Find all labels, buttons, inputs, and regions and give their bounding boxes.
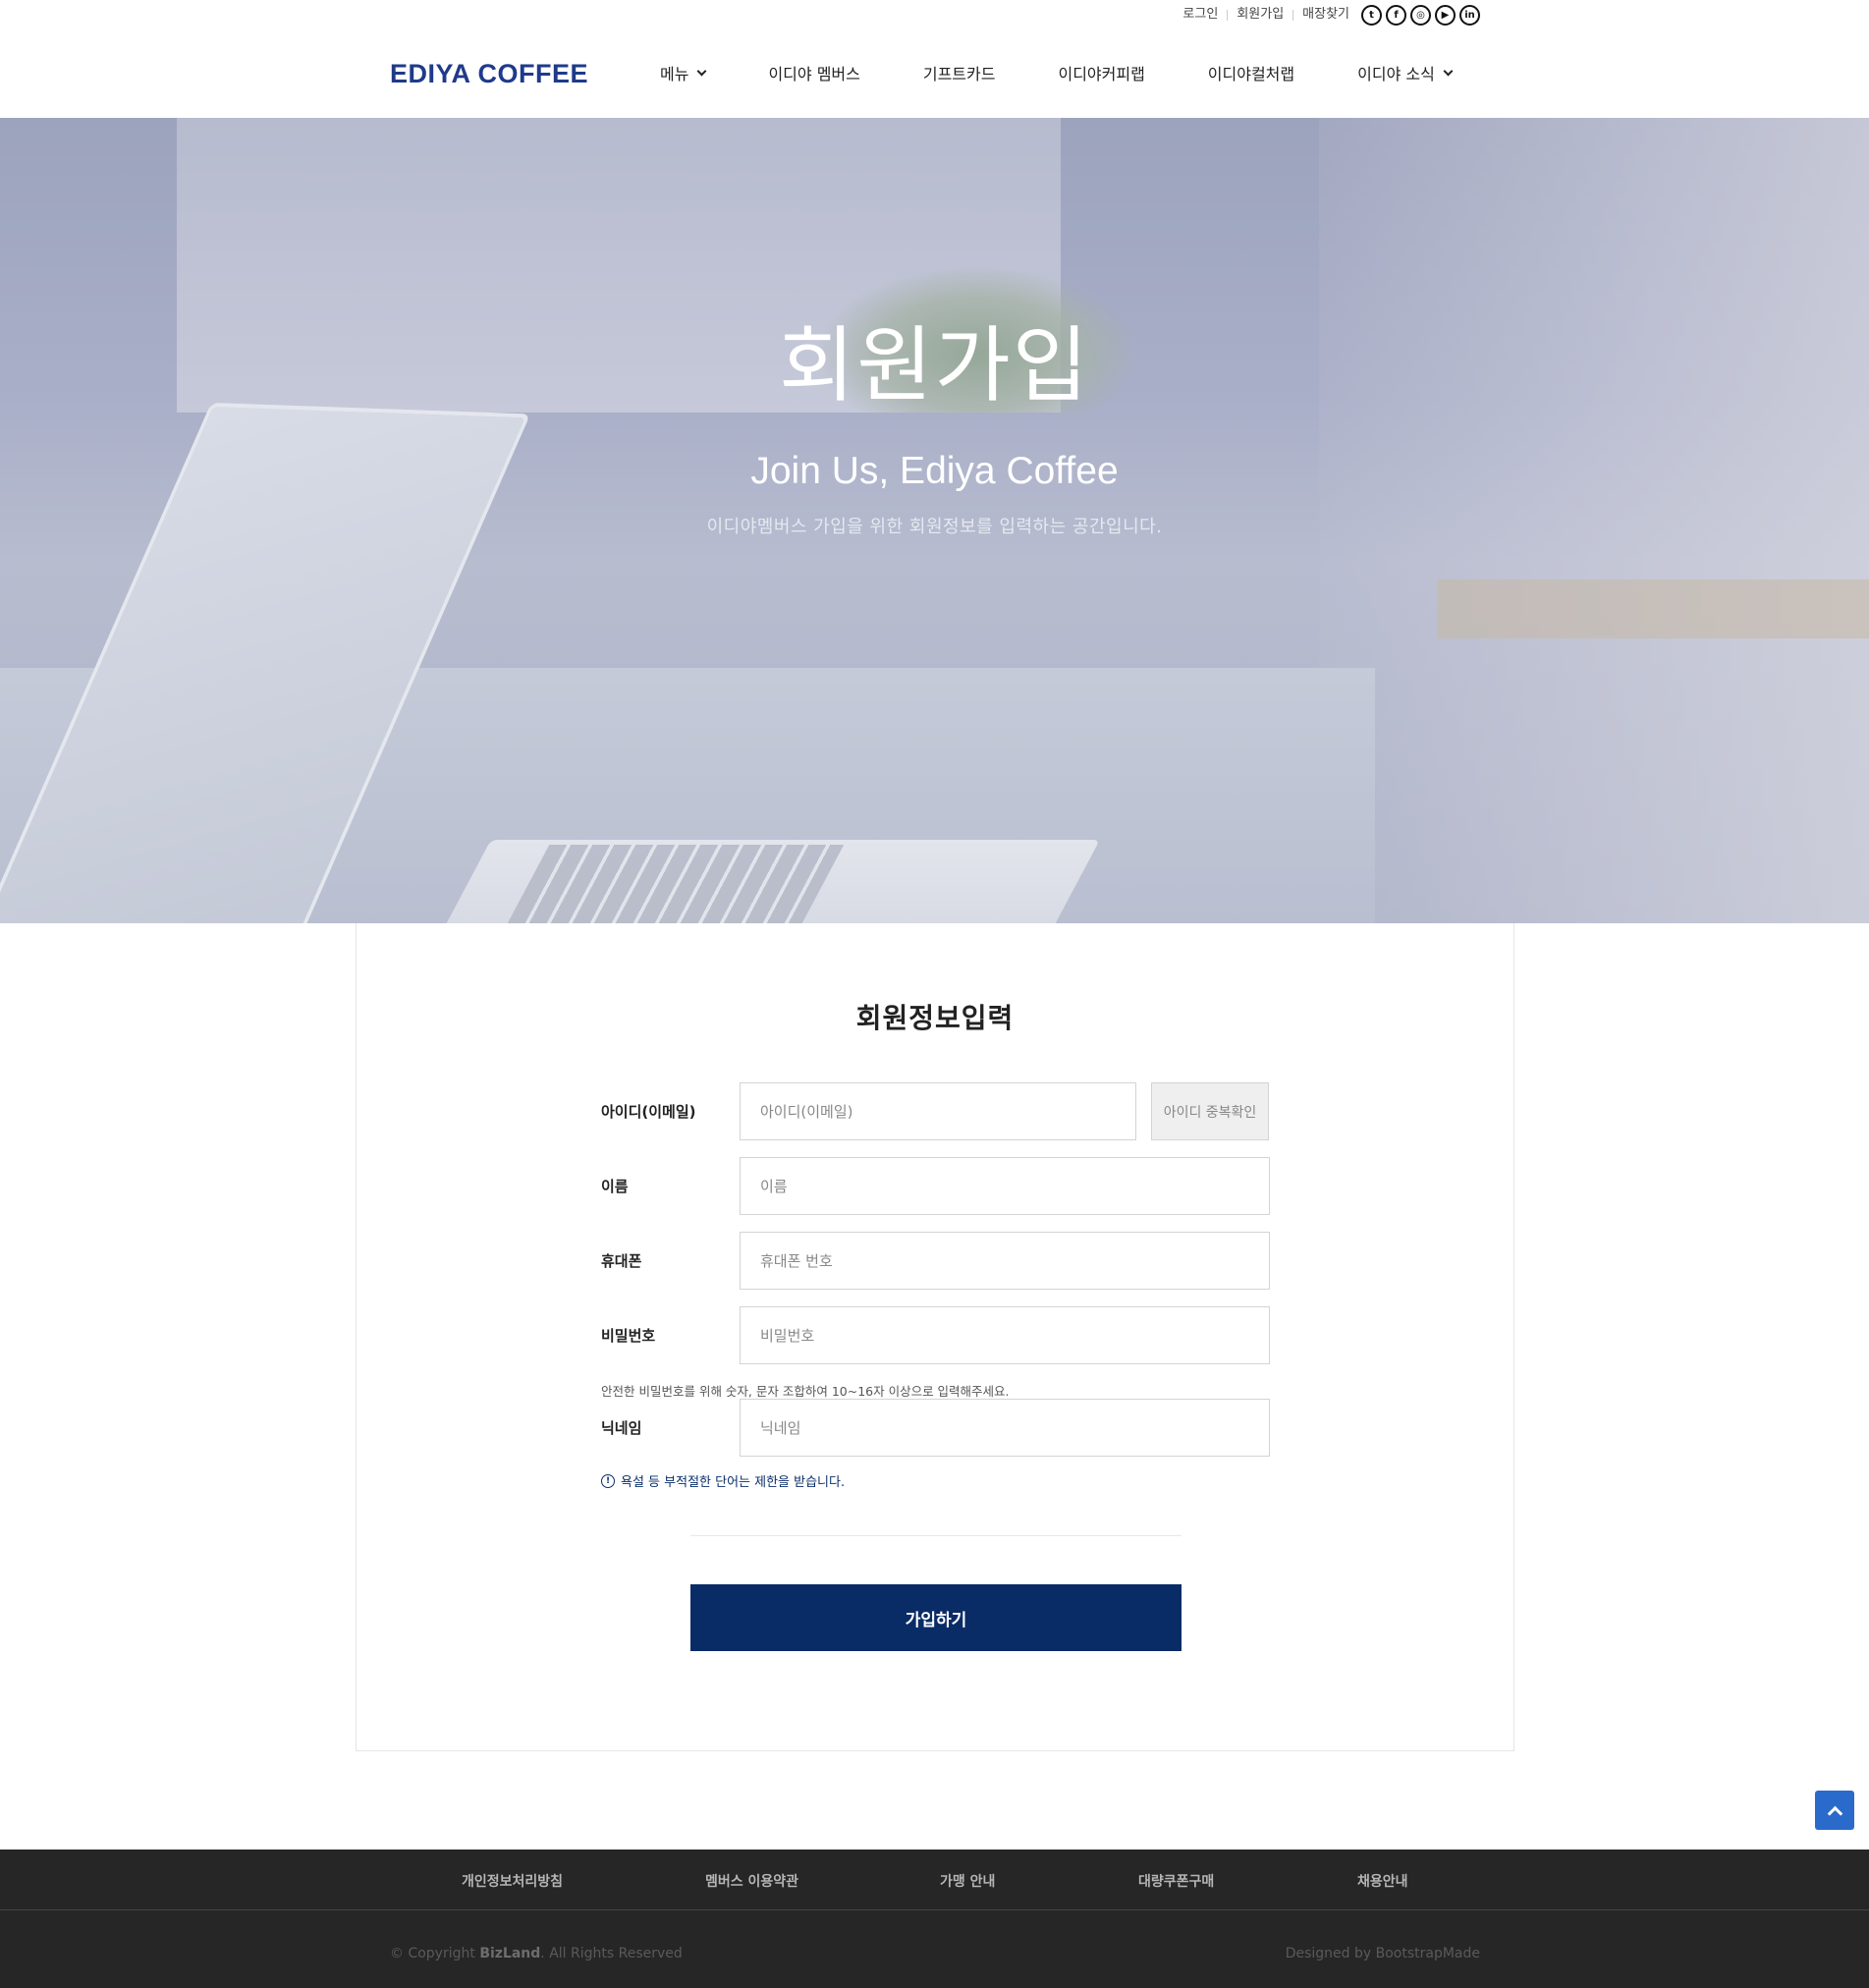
chevron-down-icon [1443, 66, 1454, 76]
hero-banner: 회원가입 Join Us, Ediya Coffee 이디야멤버스 가입을 위한… [0, 118, 1869, 923]
id-input[interactable] [740, 1082, 1136, 1140]
youtube-icon[interactable]: ▶ [1435, 4, 1456, 26]
site-footer: 개인정보처리방침 멤버스 이용약관 가맹 안내 대량쿠폰구매 채용안내 © Co… [0, 1850, 1869, 1988]
info-icon: ! [601, 1473, 615, 1488]
nav-item-news[interactable]: 이디야 소식 [1326, 61, 1483, 84]
store-finder-link[interactable]: 매장찾기 [1293, 4, 1358, 26]
phone-row: 휴대폰 [601, 1232, 1270, 1290]
main-nav: 메뉴 이디야 멤버스 기프트카드 이디야커피랩 이디야컬처랩 이디야 소식 [629, 61, 1483, 84]
signup-form-panel: 회원정보입력 아이디(이메일) 아이디 중복확인 이름 휴대폰 비밀번호 안전한… [356, 923, 1514, 1751]
footer-link-bulk-coupon[interactable]: 대량쿠폰구매 [1138, 1871, 1214, 1891]
footer-links: 개인정보처리방침 멤버스 이용약관 가맹 안내 대량쿠폰구매 채용안내 [0, 1850, 1869, 1910]
nav-item-label: 기프트카드 [922, 65, 996, 83]
password-hint: 안전한 비밀번호를 위해 숫자, 문자 조합하여 10~16자 이상으로 입력해… [601, 1384, 1010, 1399]
linkedin-icon[interactable]: in [1459, 4, 1480, 26]
nav-item-coffeelab[interactable]: 이디야커피랩 [1026, 61, 1176, 84]
password-row: 비밀번호 [601, 1306, 1270, 1364]
footer-link-franchise[interactable]: 가맹 안내 [940, 1871, 995, 1891]
hero-bg-side-table [1437, 580, 1869, 638]
nickname-warning-text: 욕설 등 부적절한 단어는 제한을 받습니다. [621, 1475, 846, 1490]
phone-label: 휴대폰 [601, 1252, 642, 1270]
chevron-down-icon [697, 66, 707, 76]
form-divider [690, 1535, 1182, 1536]
facebook-icon[interactable]: f [1386, 4, 1406, 26]
name-label: 이름 [601, 1178, 629, 1195]
hero-description: 이디야멤버스 가입을 위한 회원정보를 입력하는 공간입니다. [706, 517, 1163, 537]
phone-input[interactable] [740, 1232, 1270, 1290]
nav-item-giftcard[interactable]: 기프트카드 [892, 61, 1027, 84]
site-header: EDIYA COFFEE 메뉴 이디야 멤버스 기프트카드 이디야커피랩 이디야… [0, 29, 1869, 118]
nickname-label: 닉네임 [601, 1419, 642, 1437]
password-input[interactable] [740, 1306, 1270, 1364]
nav-item-label: 메뉴 [660, 65, 689, 83]
chevron-up-icon [1827, 1805, 1842, 1821]
id-row: 아이디(이메일) 아이디 중복확인 [601, 1082, 1269, 1140]
nickname-row: 닉네임 [601, 1399, 1270, 1457]
login-link[interactable]: 로그인 [1174, 4, 1227, 26]
nickname-warning: ! 욕설 등 부적절한 단어는 제한을 받습니다. [601, 1471, 845, 1490]
footer-link-privacy[interactable]: 개인정보처리방침 [462, 1871, 563, 1891]
nav-item-label: 이디야 소식 [1357, 65, 1435, 83]
site-logo[interactable]: EDIYA COFFEE [390, 59, 588, 89]
nickname-input[interactable] [740, 1399, 1270, 1457]
instagram-icon[interactable]: ◎ [1410, 4, 1431, 26]
name-input[interactable] [740, 1157, 1270, 1215]
hero-subtitle: Join Us, Ediya Coffee [750, 450, 1119, 492]
signup-link[interactable]: 회원가입 [1228, 4, 1292, 26]
hero-bg-laptop-keyboard [491, 845, 845, 923]
id-check-button[interactable]: 아이디 중복확인 [1151, 1082, 1269, 1140]
page-title: 회원가입 [778, 317, 1091, 414]
copyright-prefix: © Copyright [390, 1946, 480, 1961]
name-row: 이름 [601, 1157, 1270, 1215]
copyright-suffix: . All Rights Reserved [540, 1946, 683, 1961]
nav-item-label: 이디야커피랩 [1058, 65, 1145, 83]
nav-item-label: 이디야 멤버스 [768, 65, 860, 83]
footer-link-careers[interactable]: 채용안내 [1357, 1871, 1408, 1891]
designed-by-link[interactable]: Designed by BootstrapMade [1286, 1946, 1480, 1961]
nav-item-culturelab[interactable]: 이디야컬처랩 [1177, 61, 1326, 84]
signup-submit-button[interactable]: 가입하기 [690, 1584, 1182, 1651]
copyright-brand: BizLand [479, 1946, 541, 1961]
nav-item-members[interactable]: 이디야 멤버스 [737, 61, 891, 84]
footer-link-terms[interactable]: 멤버스 이용약관 [705, 1871, 798, 1891]
nav-item-menu[interactable]: 메뉴 [629, 61, 737, 84]
password-label: 비밀번호 [601, 1327, 656, 1345]
form-title: 회원정보입력 [855, 1002, 1015, 1034]
twitter-icon[interactable]: t [1361, 4, 1382, 26]
back-to-top-button[interactable] [1815, 1791, 1854, 1830]
id-label: 아이디(이메일) [601, 1103, 696, 1121]
social-links: t f ◎ ▶ in [1361, 4, 1480, 26]
utility-links: 로그인 회원가입 매장찾기 t f ◎ ▶ in [1174, 4, 1480, 26]
copyright: © Copyright BizLand. All Rights Reserved [390, 1946, 683, 1961]
nav-item-label: 이디야컬처랩 [1207, 65, 1295, 83]
utility-bar: 로그인 회원가입 매장찾기 t f ◎ ▶ in [0, 0, 1869, 29]
